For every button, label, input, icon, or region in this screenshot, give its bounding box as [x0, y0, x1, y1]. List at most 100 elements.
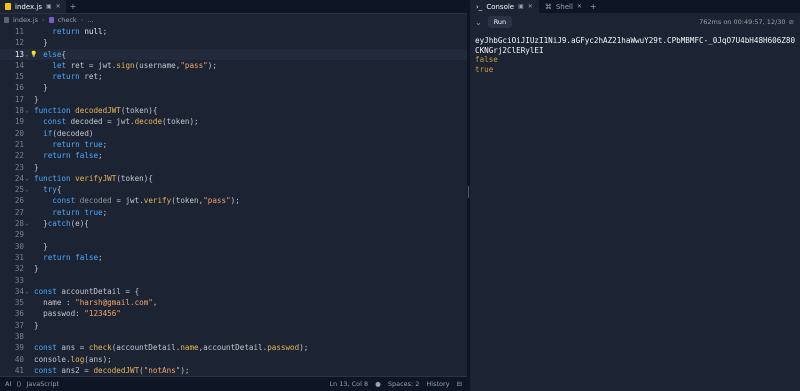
line-number: 21: [14, 139, 24, 149]
fold-chevron-icon[interactable]: ⌄: [25, 184, 29, 195]
code-line[interactable]: 21 return true;: [0, 139, 467, 150]
code-token: ;: [98, 252, 103, 262]
code-line[interactable]: 29: [0, 229, 467, 240]
chevron-down-icon[interactable]: ⌄: [475, 18, 482, 27]
code-line[interactable]: 19 const decoded = jwt.decode(token);: [0, 116, 467, 127]
code-line[interactable]: 30 }: [0, 241, 467, 252]
code-line[interactable]: 27 return true;: [0, 207, 467, 218]
code-line[interactable]: 24 ⌄ function verifyJWT(token){: [0, 173, 467, 184]
code-line[interactable]: 36 passwod: "123456": [0, 308, 467, 319]
new-tab-icon[interactable]: +: [590, 2, 597, 11]
tab-console[interactable]: ›_ Console ▣ ✕: [470, 0, 539, 13]
breadcrumb: index.js › check › ...: [0, 14, 467, 26]
code-line[interactable]: 11 return null;: [0, 26, 467, 37]
code-token: true: [84, 207, 103, 217]
code-token: return: [43, 252, 71, 262]
code-token: decode: [134, 117, 163, 127]
code-text: return true;: [34, 139, 107, 150]
code-line[interactable]: 25 ⌄ try{: [0, 184, 467, 195]
new-tab-icon[interactable]: +: [70, 2, 77, 11]
tab-label: index.js: [15, 2, 42, 11]
code-line[interactable]: 38: [0, 331, 467, 342]
breadcrumb-symbol[interactable]: check: [58, 16, 77, 24]
code-token: = jwt.: [111, 196, 144, 206]
line-number: 41: [14, 365, 24, 375]
history-icon[interactable]: ⊟: [457, 380, 462, 388]
shell-icon: ⌘: [544, 2, 552, 11]
ai-button[interactable]: AI: [5, 380, 11, 388]
line-number: 23: [14, 162, 24, 172]
code-line[interactable]: 31 return false;: [0, 252, 467, 263]
code-token: decodedJWT: [75, 106, 121, 116]
tab-shell-label: Shell: [555, 2, 573, 11]
line-number: 18: [14, 106, 24, 116]
code-text: console.log(ans);: [34, 354, 112, 365]
code-token: }: [34, 241, 48, 251]
code-editor[interactable]: 11 return null; 12 } 13 ⌄ 💡 else{14 let ret …: [0, 26, 467, 375]
code-token: ;: [102, 207, 108, 217]
code-line[interactable]: 16 }: [0, 82, 467, 93]
breadcrumb-file[interactable]: index.js: [13, 16, 38, 24]
code-token: return: [52, 27, 80, 36]
code-line[interactable]: 12 }: [0, 37, 467, 48]
fold-chevron-icon[interactable]: ⌄: [25, 218, 29, 229]
code-token: "notAns": [143, 365, 181, 375]
code-line[interactable]: 23}: [0, 162, 467, 173]
code-line[interactable]: 40 console.log(ans);: [0, 354, 467, 365]
fold-chevron-icon[interactable]: ⌄: [25, 49, 29, 60]
code-line[interactable]: 34 ⌄ const accountDetail = {: [0, 286, 467, 297]
code-text: }: [34, 320, 39, 331]
breadcrumb-more[interactable]: ...: [87, 16, 93, 24]
tab-shell[interactable]: ⌘ Shell ✕: [539, 0, 588, 13]
code-line[interactable]: 35 name : "harsh@gmail.com",: [0, 297, 467, 308]
line-number: 22: [14, 151, 24, 161]
code-line[interactable]: 39 const ans = check(accountDetail.name,a…: [0, 342, 467, 353]
code-line[interactable]: 13 ⌄ 💡 else{: [0, 48, 467, 60]
code-text: try{: [34, 184, 61, 195]
code-token: const: [52, 196, 76, 206]
run-button[interactable]: Run: [487, 16, 513, 28]
language-label[interactable]: JavaScript: [26, 380, 59, 388]
fold-chevron-icon[interactable]: ⌄: [25, 286, 29, 297]
code-token: return: [52, 139, 80, 149]
output-line: true: [475, 64, 494, 74]
code-line[interactable]: 17}: [0, 94, 467, 105]
code-token: true: [84, 139, 103, 149]
tab-menu-icon[interactable]: ▣: [518, 3, 524, 10]
code-token: (decoded): [52, 128, 94, 138]
code-token: let: [52, 60, 67, 70]
code-line[interactable]: 41 const ans2 = decodedJWT("notAns");: [0, 365, 467, 375]
close-tab-icon[interactable]: ✕: [577, 3, 582, 10]
clear-console-icon[interactable]: ⊘: [789, 18, 794, 26]
tab-index-js[interactable]: index.js ▣ ✕: [0, 0, 66, 13]
code-token: {: [56, 185, 62, 195]
code-line[interactable]: 14 let ret = jwt.sign(username,"pass");: [0, 60, 467, 71]
close-tab-icon[interactable]: ✕: [528, 3, 533, 10]
code-line[interactable]: 33: [0, 275, 467, 286]
code-line[interactable]: 37}: [0, 320, 467, 331]
cursor-position[interactable]: Ln 13, Col 8: [329, 380, 368, 388]
code-line[interactable]: 15 return ret;: [0, 71, 467, 82]
history-button[interactable]: History: [426, 380, 449, 388]
fold-chevron-icon[interactable]: ⌄: [25, 173, 29, 184]
line-number: 40: [14, 354, 24, 364]
line-number: 11: [14, 27, 24, 36]
fold-chevron-icon[interactable]: ⌄: [25, 105, 29, 116]
code-token: (ans);: [84, 354, 112, 364]
code-line[interactable]: 28 ⌄ }catch(e){: [0, 218, 467, 229]
close-tab-icon[interactable]: ✕: [56, 3, 61, 10]
tab-console-label: Console: [486, 2, 515, 11]
code-line[interactable]: 26 const decoded = jwt.verify(token,"pas…: [0, 195, 467, 206]
spaces-setting[interactable]: Spaces: 2: [388, 380, 420, 388]
code-line[interactable]: 32}: [0, 263, 467, 274]
code-token: }: [34, 320, 39, 330]
code-line[interactable]: 22 return false;: [0, 150, 467, 161]
code-token: (accountDetail.: [111, 343, 181, 353]
code-token: (username,: [134, 60, 181, 70]
tab-menu-icon[interactable]: ▣: [46, 3, 52, 10]
code-line[interactable]: 20 if(decoded): [0, 128, 467, 139]
code-line[interactable]: 18 ⌄ function decodedJWT(token){: [0, 105, 467, 116]
line-number: 13: [14, 49, 24, 59]
line-number: 28: [14, 219, 24, 229]
